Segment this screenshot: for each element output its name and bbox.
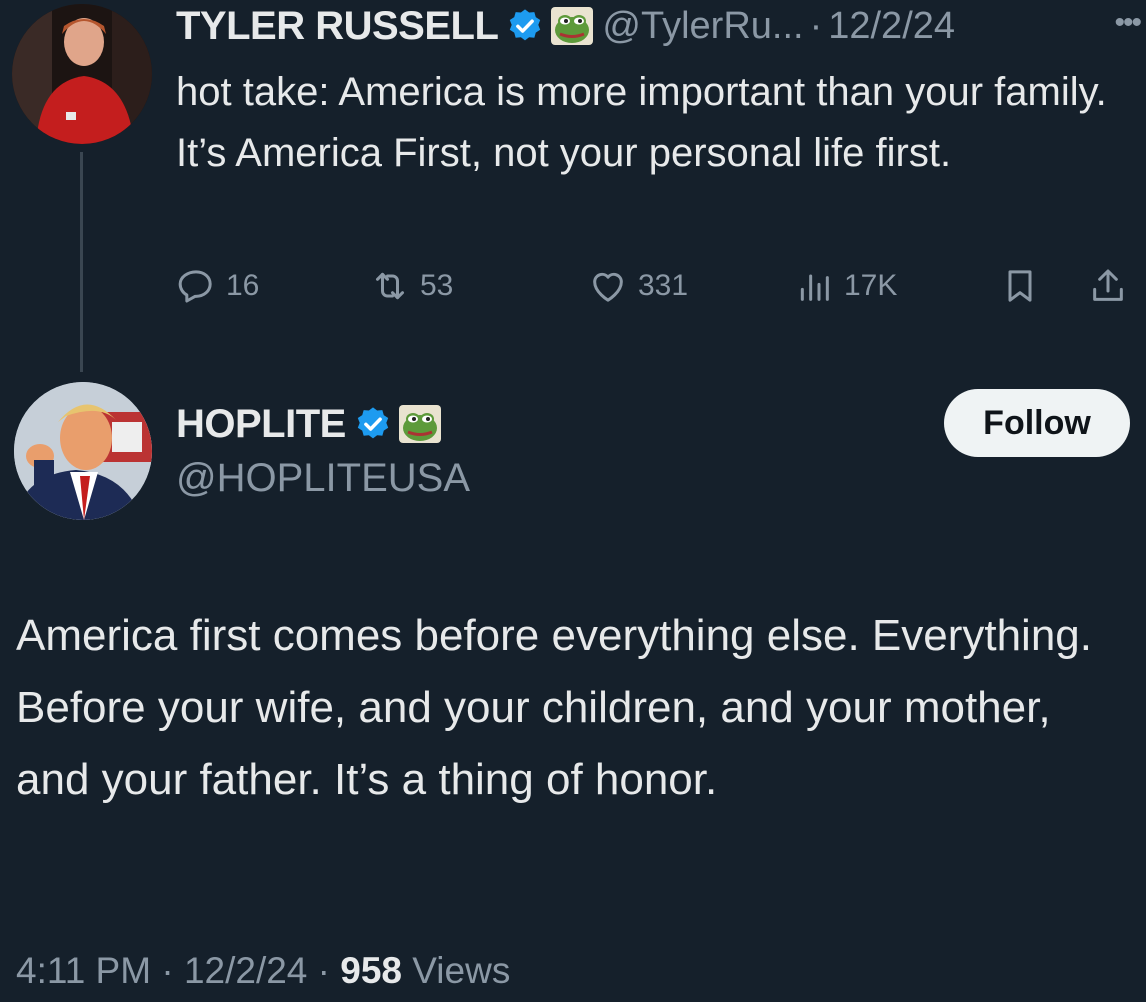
views-icon bbox=[794, 266, 834, 306]
tweet-action-bar: 16 53 331 17K bbox=[176, 256, 1146, 316]
tweet-thread: TYLER RUSSELL @TylerRu... · 12/2/24 ••• … bbox=[0, 0, 1146, 1002]
follow-button[interactable]: Follow bbox=[944, 389, 1130, 457]
more-icon[interactable]: ••• bbox=[1114, 6, 1141, 40]
like-icon bbox=[588, 266, 628, 306]
verified-badge-icon bbox=[506, 7, 544, 45]
reply-icon bbox=[176, 266, 216, 306]
meta-separator: · bbox=[161, 950, 174, 991]
tyler-russell-avatar[interactable] bbox=[12, 4, 152, 144]
reply-button[interactable]: 16 bbox=[176, 256, 259, 316]
reply-tweet-text: America first comes before everything el… bbox=[16, 611, 1093, 804]
author-handle[interactable]: @TylerRu... bbox=[602, 5, 803, 48]
share-button[interactable] bbox=[1088, 256, 1128, 316]
pepe-emoji-icon bbox=[550, 6, 594, 46]
meta-separator: · bbox=[317, 950, 330, 991]
views-label: Views bbox=[412, 950, 511, 991]
author-name[interactable]: TYLER RUSSELL bbox=[176, 4, 499, 49]
reply-author-name[interactable]: HOPLITE bbox=[176, 402, 346, 447]
parent-tweet-text: hot take: America is more important than… bbox=[176, 70, 1107, 175]
views-button[interactable]: 17K bbox=[794, 256, 897, 316]
share-icon bbox=[1088, 266, 1128, 306]
hoplite-avatar[interactable] bbox=[14, 382, 152, 520]
reply-count: 16 bbox=[226, 269, 260, 302]
verified-badge-icon bbox=[354, 405, 392, 443]
bookmark-icon bbox=[1000, 266, 1040, 306]
like-count: 331 bbox=[638, 269, 689, 302]
repost-icon bbox=[370, 266, 410, 306]
pepe-emoji-icon bbox=[398, 404, 442, 444]
reply-tweet-header: HOPLITE bbox=[176, 398, 442, 450]
reply-author-handle[interactable]: @HOPLITEUSA bbox=[176, 456, 470, 501]
tweet-date[interactable]: 12/2/24 bbox=[184, 950, 307, 991]
repost-button[interactable]: 53 bbox=[370, 256, 453, 316]
views-count: 958 bbox=[340, 950, 403, 991]
bookmark-button[interactable] bbox=[1000, 256, 1040, 316]
tweet-footer-meta: 4:11 PM · 12/2/24 · 958 Views bbox=[16, 950, 510, 992]
parent-tweet-header: TYLER RUSSELL @TylerRu... · 12/2/24 bbox=[176, 2, 1146, 50]
thread-connector-line bbox=[80, 152, 83, 372]
like-button[interactable]: 331 bbox=[588, 256, 688, 316]
tweet-date[interactable]: 12/2/24 bbox=[828, 5, 955, 48]
tweet-time[interactable]: 4:11 PM bbox=[16, 950, 151, 991]
repost-count: 53 bbox=[420, 269, 454, 302]
meta-separator: · bbox=[809, 4, 823, 47]
views-count: 17K bbox=[844, 269, 898, 302]
